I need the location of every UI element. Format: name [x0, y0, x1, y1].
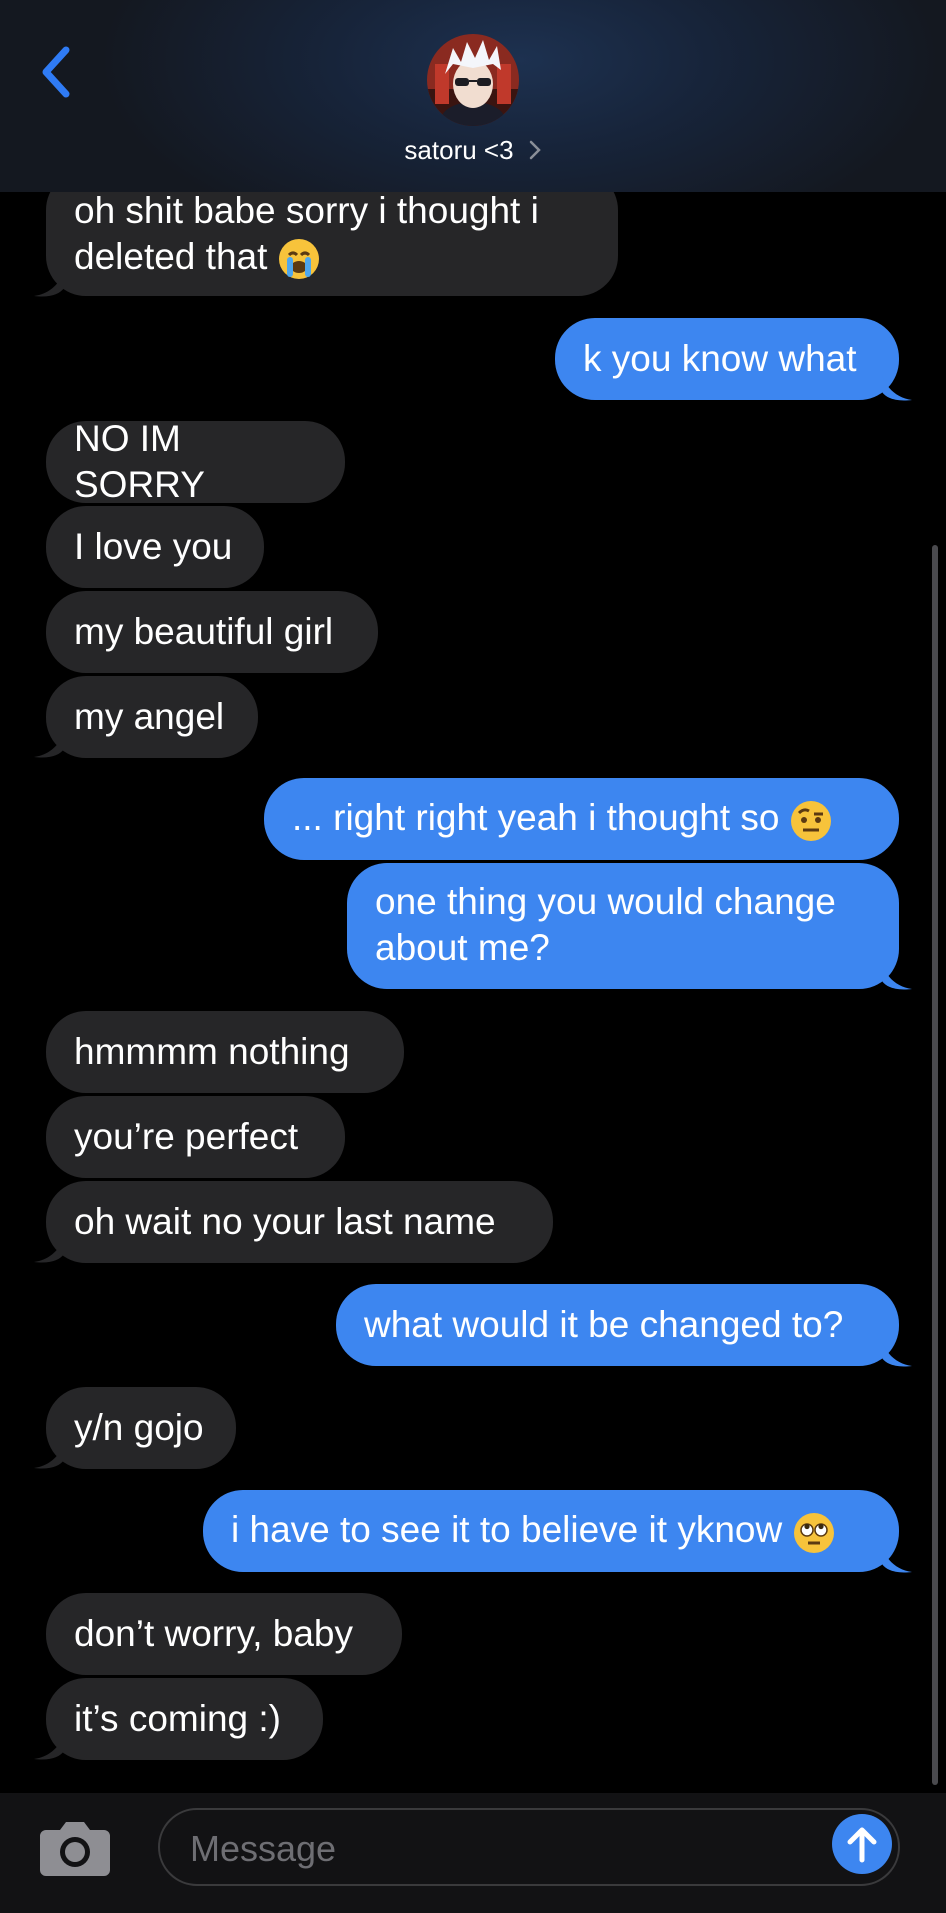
bubble-tail [34, 733, 64, 758]
camera-icon [40, 1822, 110, 1876]
bubble-tail [882, 376, 912, 401]
message-bubble-sent[interactable]: one thing you would change about me? [347, 863, 899, 989]
message-text: it’s coming :) [74, 1698, 281, 1739]
message-text: i have to see it to believe it yknow [231, 1509, 783, 1551]
contact-avatar[interactable] [427, 34, 519, 126]
message-list[interactable]: oh shit babe sorry i thought i deleted t… [0, 0, 946, 1793]
message-text: ... right right yeah i thought so [292, 797, 780, 839]
message-text: y/n gojo [74, 1407, 204, 1448]
bubble-tail [882, 1548, 912, 1573]
message-bubble-received[interactable]: hmmmm nothing [46, 1011, 404, 1093]
message-text: NO IM SORRY [74, 418, 205, 505]
bubble-tail [882, 1342, 912, 1367]
chevron-left-icon [42, 46, 70, 98]
message-bubble-received[interactable]: it’s coming :) [46, 1678, 323, 1760]
arrow-up-icon [847, 1827, 877, 1863]
message-bubble-received[interactable]: I love you [46, 506, 264, 588]
face-with-raised-eyebrow-emoji [791, 800, 832, 841]
contact-name-button[interactable]: satoru <3 [0, 135, 946, 168]
conversation-header: satoru <3 [0, 0, 946, 192]
message-bubble-received[interactable]: my beautiful girl [46, 591, 378, 673]
message-text: one thing you would change about me? [375, 881, 836, 968]
message-bubble-sent[interactable]: i have to see it to believe it yknow [203, 1490, 899, 1572]
bubble-tail [34, 1444, 64, 1469]
scrollbar[interactable] [932, 545, 938, 1785]
back-button[interactable] [32, 40, 82, 104]
message-input[interactable]: Message [158, 1808, 900, 1886]
message-text: oh wait no your last name [74, 1201, 496, 1242]
message-placeholder: Message [190, 1828, 337, 1869]
face-with-rolling-eyes-emoji [794, 1512, 835, 1553]
message-bubble-received[interactable]: don’t worry, baby [46, 1593, 402, 1675]
message-text: what would it be changed to? [364, 1304, 844, 1345]
bubble-tail [34, 1238, 64, 1263]
message-text: my angel [74, 696, 225, 737]
message-bubble-received[interactable]: my angel [46, 676, 258, 758]
bubble-tail [882, 965, 912, 990]
camera-button[interactable] [38, 1818, 112, 1878]
message-bubble-received[interactable]: you’re perfect [46, 1096, 345, 1178]
message-text: k you know what [583, 338, 857, 379]
message-bubble-received[interactable]: NO IM SORRY [46, 418, 345, 505]
message-bubble-sent[interactable]: what would it be changed to? [336, 1284, 899, 1366]
message-text: hmmmm nothing [74, 1031, 350, 1072]
message-bubble-received[interactable]: oh wait no your last name [46, 1181, 553, 1263]
send-button[interactable] [832, 1814, 892, 1874]
bubble-tail [34, 272, 64, 297]
bubble-tail [34, 1735, 64, 1760]
message-text: my beautiful girl [74, 611, 334, 652]
message-bubble-sent[interactable]: ... right right yeah i thought so [264, 778, 899, 860]
message-text: you’re perfect [74, 1116, 299, 1157]
avatar-image [427, 34, 519, 126]
message-bubble-sent[interactable]: k you know what [555, 318, 899, 400]
message-text: I love you [74, 526, 233, 567]
loudly-crying-face-emoji [279, 239, 320, 280]
contact-name: satoru <3 [404, 135, 514, 165]
message-text: don’t worry, baby [74, 1613, 353, 1654]
message-bubble-received[interactable]: y/n gojo [46, 1387, 236, 1469]
chevron-right-icon [528, 137, 542, 168]
